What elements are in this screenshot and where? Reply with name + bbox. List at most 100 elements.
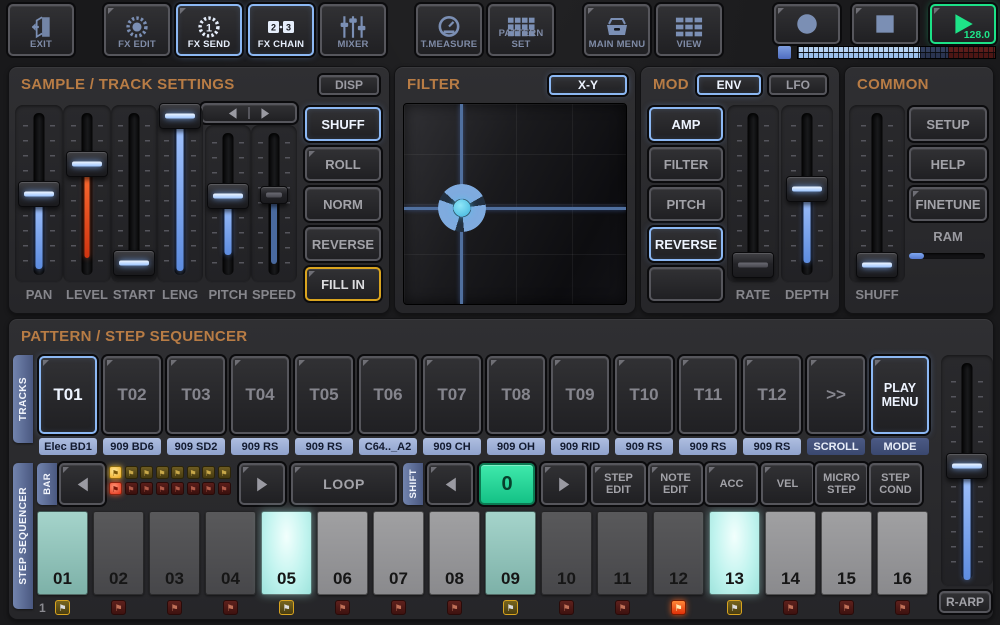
toolbar-button-exit[interactable]: EXIT: [8, 4, 74, 56]
bar-indicator-flag-icon: ⚑: [156, 466, 169, 479]
help-button[interactable]: HELP: [909, 147, 987, 181]
setup-button[interactable]: SETUP: [909, 107, 987, 141]
shift-next-button[interactable]: [541, 463, 587, 505]
fader-shuff[interactable]: [849, 105, 905, 283]
step-pad-16[interactable]: 16: [877, 511, 928, 595]
toolbar-button-fx-send[interactable]: 1FX SEND: [176, 4, 242, 56]
toolbar-button-fx-edit[interactable]: FX EDIT: [104, 4, 170, 56]
toolbar-button-pattern-set[interactable]: PATTERN SET: [488, 4, 554, 56]
vel-button[interactable]: VEL: [761, 463, 814, 505]
fader-knob: [159, 103, 201, 129]
step-pad-04[interactable]: 04: [205, 511, 256, 595]
track-button-t08[interactable]: T08: [487, 356, 545, 434]
fader-knob: [207, 183, 249, 209]
bar-indicator-flag-icon: ⚑: [202, 466, 215, 479]
acc-button[interactable]: ACC: [705, 463, 758, 505]
fader-pan[interactable]: [15, 105, 63, 283]
step-icon-cell: ⚑: [485, 600, 536, 615]
step-pad-11[interactable]: 11: [597, 511, 648, 595]
finetune-button[interactable]: FINETUNE: [909, 187, 987, 221]
step-pad-15[interactable]: 15: [821, 511, 872, 595]
fader-fill: [271, 195, 277, 265]
toolbar-button-mixer[interactable]: MIXER: [320, 4, 386, 56]
toolbar-button-fx-chain[interactable]: 23FX CHAIN: [248, 4, 314, 56]
record-button[interactable]: [774, 4, 840, 44]
r-arp-button[interactable]: R-ARP: [939, 591, 991, 613]
decay-envelope-button[interactable]: [649, 267, 723, 301]
fader-start[interactable]: [111, 105, 157, 283]
scroll-tracks-button[interactable]: >>: [807, 356, 865, 434]
track-button-t10[interactable]: T10: [615, 356, 673, 434]
mod-tab-env[interactable]: ENV: [697, 75, 761, 95]
track-button-t12[interactable]: T12: [743, 356, 801, 434]
transport-buttons: 128.0: [774, 4, 996, 44]
note-flag-icon: ⚑: [503, 600, 518, 615]
sample-prev-next-button[interactable]: [201, 103, 297, 123]
norm-button[interactable]: NORM: [305, 187, 381, 221]
bar-prev-button[interactable]: [59, 463, 105, 505]
amp-button[interactable]: AMP: [649, 107, 723, 141]
stop-button[interactable]: [852, 4, 918, 44]
filter-button[interactable]: FILTER: [649, 147, 723, 181]
fader-pitch[interactable]: [205, 125, 251, 283]
fader-rate[interactable]: [727, 105, 779, 283]
shift-value-display[interactable]: 0: [479, 463, 535, 505]
fader-label: LENG: [157, 287, 203, 303]
shuff-button[interactable]: SHUFF: [305, 107, 381, 141]
toolbar-button-main-menu[interactable]: MAIN MENU: [584, 4, 650, 56]
track-button-t03[interactable]: T03: [167, 356, 225, 434]
step-pad-10[interactable]: 10: [541, 511, 592, 595]
xy-cursor-puck[interactable]: [438, 184, 486, 232]
fader-fill: [964, 466, 971, 580]
reverse-button[interactable]: REVERSE: [305, 227, 381, 261]
track-button-t01[interactable]: T01: [39, 356, 97, 434]
toolbar-button-t-measure[interactable]: T.MEASURE: [416, 4, 482, 56]
track-button-t02[interactable]: T02: [103, 356, 161, 434]
step-pad-01[interactable]: 01: [37, 511, 88, 595]
step-pad-09[interactable]: 09: [485, 511, 536, 595]
step-pad-06[interactable]: 06: [317, 511, 368, 595]
bar-next-button[interactable]: [239, 463, 285, 505]
svg-text:1: 1: [206, 22, 212, 34]
disp-button[interactable]: DISP: [319, 75, 379, 95]
track-button-t11[interactable]: T11: [679, 356, 737, 434]
master-fader[interactable]: [941, 355, 993, 587]
fader-speed[interactable]: [251, 125, 297, 283]
note-flag-icon: ⚑: [391, 600, 406, 615]
xy-pad[interactable]: [403, 103, 627, 305]
fader-depth[interactable]: [781, 105, 833, 283]
track-button-t05[interactable]: T05: [295, 356, 353, 434]
shift-prev-button[interactable]: [427, 463, 473, 505]
step-edit-button[interactable]: STEP EDIT: [591, 463, 646, 505]
step-pad-03[interactable]: 03: [149, 511, 200, 595]
track-button-t04[interactable]: T04: [231, 356, 289, 434]
loop-button[interactable]: LOOP: [291, 463, 397, 505]
step-pad-12[interactable]: 12: [653, 511, 704, 595]
step-pad-05[interactable]: 05: [261, 511, 312, 595]
mod-tab-lfo[interactable]: LFO: [769, 75, 827, 95]
fill-in-button[interactable]: FILL IN: [305, 267, 381, 301]
fader-leng[interactable]: [157, 105, 203, 283]
step-cond-button[interactable]: STEP COND: [869, 463, 922, 505]
step-pad-02[interactable]: 02: [93, 511, 144, 595]
reverse-button[interactable]: REVERSE: [649, 227, 723, 261]
xy-mode-button[interactable]: X-Y: [549, 75, 627, 95]
track-sample-badge: C64.._A2: [359, 438, 417, 455]
track-cell: T07909 CH: [423, 356, 481, 455]
track-button-t06[interactable]: T06: [359, 356, 417, 434]
micro-step-button[interactable]: MICRO STEP: [815, 463, 868, 505]
track-button-t09[interactable]: T09: [551, 356, 609, 434]
toolbar-button-view[interactable]: VIEW: [656, 4, 722, 56]
step-pad-07[interactable]: 07: [373, 511, 424, 595]
step-pad-13[interactable]: 13: [709, 511, 760, 595]
play-menu-button[interactable]: PLAY MENU: [871, 356, 929, 434]
bar-indicator-flag-icon: ⚑: [109, 482, 122, 495]
step-pad-14[interactable]: 14: [765, 511, 816, 595]
pitch-button[interactable]: PITCH: [649, 187, 723, 221]
note-edit-button[interactable]: NOTE EDIT: [648, 463, 703, 505]
play-button[interactable]: 128.0: [930, 4, 996, 44]
step-pad-08[interactable]: 08: [429, 511, 480, 595]
track-button-t07[interactable]: T07: [423, 356, 481, 434]
fader-level[interactable]: [63, 105, 111, 283]
roll-button[interactable]: ROLL: [305, 147, 381, 181]
